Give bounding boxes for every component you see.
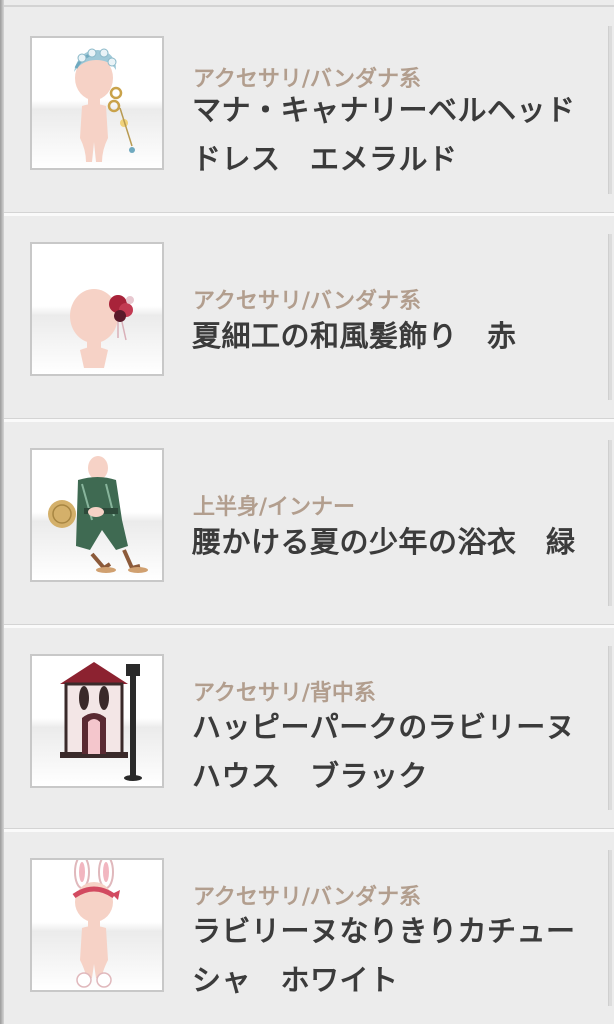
list-item[interactable]: 上半身/インナー 腰かける夏の少年の浴衣 緑 — [4, 422, 614, 624]
list-item[interactable]: アクセサリ/バンダナ系 マナ・キャナリーベルヘッドドレス エメラルド — [4, 8, 614, 212]
top-divider — [4, 5, 614, 7]
list-item[interactable]: アクセサリ/背中系 ハッピーパークのラビリーヌハウス ブラック — [4, 628, 614, 828]
yukata-doll-icon — [48, 456, 148, 573]
item-name: 夏細工の和風髪飾り 赤 — [192, 319, 517, 353]
bunny-headband-doll-icon — [72, 860, 120, 988]
item-name: 腰かける夏の少年の浴衣 緑 — [192, 525, 576, 559]
item-category: 上半身/インナー — [193, 495, 356, 520]
item-category: アクセサリ/バンダナ系 — [193, 289, 422, 314]
item-list: アクセサリ/バンダナ系 マナ・キャナリーベルヘッドドレス エメラルド アクセサリ… — [4, 0, 614, 1024]
item-thumbnail — [30, 448, 164, 582]
item-thumbnail — [30, 654, 164, 788]
item-name: ハッピーパークのラビリーヌハウス ブラック — [192, 710, 576, 793]
item-name: マナ・キャナリーベルヘッドドレス エメラルド — [192, 93, 576, 176]
rabbit-house-icon — [60, 662, 142, 781]
item-thumbnail — [30, 36, 164, 170]
list-item[interactable]: アクセサリ/バンダナ系 ラビリーヌなりきりカチューシャ ホワイト — [4, 832, 614, 1024]
list-item[interactable]: アクセサリ/バンダナ系 夏細工の和風髪飾り 赤 — [4, 216, 614, 418]
item-thumbnail — [30, 242, 164, 376]
headdress-doll-icon — [74, 48, 135, 162]
hair-ornament-doll-icon — [70, 289, 134, 368]
item-thumbnail — [30, 858, 164, 992]
item-name: ラビリーヌなりきりカチューシャ ホワイト — [192, 914, 576, 997]
